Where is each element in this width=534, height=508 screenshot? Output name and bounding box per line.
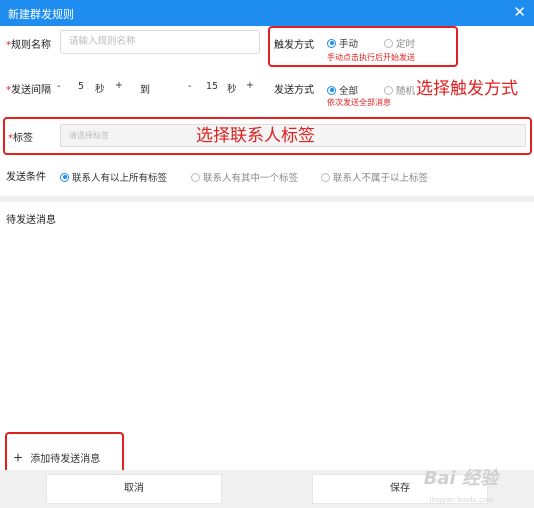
trigger-highlight-box — [268, 26, 458, 67]
rule-name-label: *规则名称 — [6, 36, 51, 51]
interval-to-value[interactable]: 15 — [206, 81, 218, 92]
radio-icon — [191, 172, 200, 182]
rule-name-input[interactable]: 请输入规则名称 — [60, 30, 260, 54]
window-title: 新建群发规则 — [8, 8, 74, 21]
rule-name-placeholder: 请输入规则名称 — [69, 36, 136, 47]
title-bar: 新建群发规则 ✕ — [0, 0, 534, 26]
interval-from-unit: 秒 — [95, 84, 105, 95]
send-mode-option-all-label: 全部 — [339, 86, 359, 97]
condition-option-any-tag[interactable]: 联系人有其中一个标签 — [191, 170, 298, 184]
condition-option-not-tags-label: 联系人不属于以上标签 — [333, 173, 429, 184]
radio-icon — [60, 172, 69, 182]
radio-icon — [384, 85, 393, 95]
send-mode-label: 发送方式 — [274, 85, 314, 96]
interval-from-increase[interactable]: + — [115, 80, 123, 91]
pending-messages-label: 待发送消息 — [6, 215, 56, 226]
interval-to-decrease[interactable]: - — [188, 81, 191, 92]
interval-to-unit: 秒 — [227, 84, 237, 95]
watermark-logo: Bai 经验 — [423, 468, 498, 489]
condition-option-not-tags[interactable]: 联系人不属于以上标签 — [321, 170, 428, 184]
section-divider — [0, 196, 534, 202]
add-message-highlight-box — [5, 432, 124, 474]
interval-label-text: 发送间隔 — [11, 85, 51, 96]
interval-from-value[interactable]: 5 — [78, 81, 84, 92]
send-mode-option-all[interactable]: 全部 — [327, 83, 358, 97]
trigger-annotation: 选择触发方式 — [416, 79, 518, 99]
interval-to-increase[interactable]: + — [246, 80, 254, 91]
interval-from-decrease[interactable]: - — [57, 81, 60, 92]
cancel-button[interactable]: 取消 — [46, 474, 222, 504]
watermark-url: jingyan.baidu.com — [429, 496, 494, 504]
radio-icon — [327, 85, 336, 95]
condition-label: 发送条件 — [6, 172, 46, 183]
interval-to-label: 到 — [140, 85, 150, 96]
send-mode-option-random-label: 随机 — [396, 86, 416, 97]
condition-option-all-tags[interactable]: 联系人有以上所有标签 — [60, 170, 167, 184]
condition-option-all-tags-label: 联系人有以上所有标签 — [72, 173, 168, 184]
close-icon[interactable]: ✕ — [513, 3, 526, 21]
send-mode-hint: 依次发送全部消息 — [327, 98, 391, 107]
condition-option-any-tag-label: 联系人有其中一个标签 — [203, 173, 299, 184]
tag-annotation: 选择联系人标签 — [196, 126, 315, 146]
rule-name-label-text: 规则名称 — [11, 40, 51, 51]
send-mode-option-random[interactable]: 随机 — [384, 83, 415, 97]
interval-label: *发送间隔 — [6, 81, 51, 96]
radio-icon — [321, 172, 330, 182]
